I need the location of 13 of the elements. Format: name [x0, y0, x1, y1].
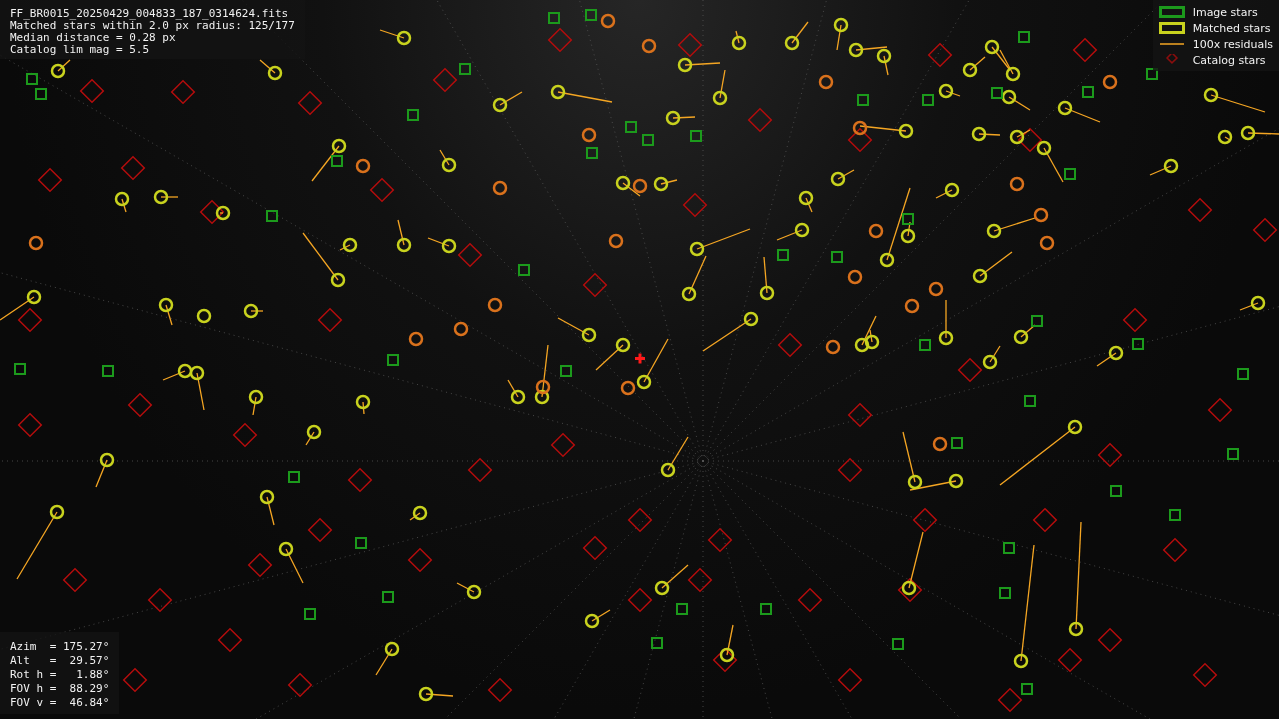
pointing-text: FOV v = 46.84°: [10, 696, 110, 710]
legend-label: Image stars: [1192, 5, 1258, 19]
info-text: Catalog lim mag = 5.5: [10, 44, 151, 56]
info-text: Matched stars within 2.0 px radius: 125/177: [10, 20, 295, 32]
legend-label: Catalog stars: [1192, 53, 1266, 67]
pointing-text: Rot h = 1.88°: [10, 668, 110, 682]
pointing-text: FOV h = 88.29°: [10, 682, 110, 696]
legend-label: Matched stars: [1192, 21, 1271, 35]
legend-label: 100x residuals: [1192, 37, 1273, 51]
pointing-text: Azim = 175.27°: [10, 640, 110, 654]
info-text: FF_BR0015_20250429_004833_187_0314624.fits: [10, 8, 290, 20]
pointing-text: Alt = 29.57°: [10, 654, 110, 668]
info-text: Median distance = 0.28 px: [10, 32, 177, 44]
